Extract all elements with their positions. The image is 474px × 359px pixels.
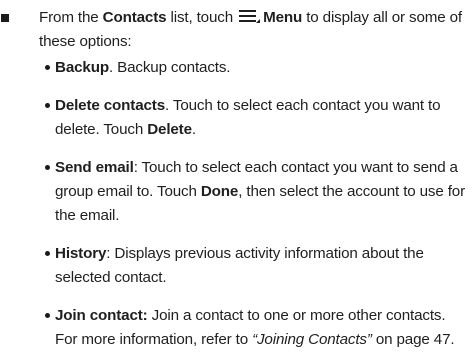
bullet-dot-icon (45, 103, 50, 108)
option-term: Backup (55, 59, 109, 76)
menu-label: Menu (263, 9, 303, 26)
cross-reference: “Joining Contacts” (252, 331, 372, 348)
bullet-dot-icon (45, 313, 50, 318)
option-term: History (55, 245, 107, 262)
option-history: History: Displays previous activity info… (45, 242, 470, 290)
bullet-dot-icon (45, 165, 50, 170)
option-term: Delete contacts (55, 97, 166, 114)
bullet-dot-icon (45, 251, 50, 256)
contacts-label: Contacts (102, 9, 167, 26)
option-term: Send email (55, 159, 134, 176)
manual-page: From the Contacts list, touch Menu to di… (0, 0, 474, 359)
intro-text-part2: list, touch (166, 9, 238, 26)
option-text: . Backup contacts. (108, 59, 231, 76)
option-text: : Displays previous activity information… (55, 245, 424, 286)
option-text-end: on page 47. (371, 331, 455, 348)
option-emphasis: Delete (147, 121, 192, 138)
option-send-email: Send email: Touch to select each contact… (45, 156, 470, 228)
intro-text-part1: From the (39, 9, 103, 26)
bullet-dot-icon (45, 65, 50, 70)
option-backup: Backup. Backup contacts. (45, 56, 470, 80)
intro-paragraph: From the Contacts list, touch Menu to di… (39, 6, 469, 54)
square-bullet-icon (1, 14, 9, 22)
option-join-contact: Join contact: Join a contact to one or m… (45, 304, 470, 352)
option-delete-contacts: Delete contacts. Touch to select each co… (45, 94, 470, 142)
menu-icon (238, 8, 261, 24)
option-emphasis: Done (200, 183, 239, 200)
option-text-end: . (191, 121, 196, 138)
option-term: Join contact: (55, 307, 148, 324)
